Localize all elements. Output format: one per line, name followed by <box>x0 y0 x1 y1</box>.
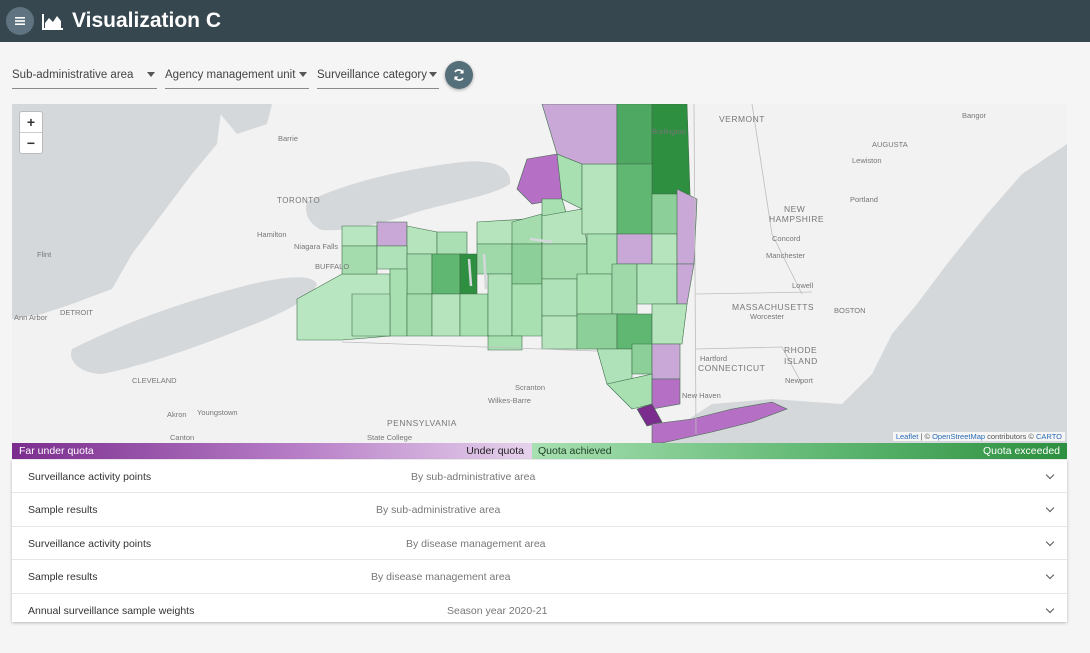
map-label: Hartford <box>700 354 727 363</box>
chevron-down-icon[interactable] <box>1045 570 1055 580</box>
chevron-down-icon[interactable] <box>1045 537 1055 547</box>
panel-title: Sample results <box>28 571 98 584</box>
legend-under-label: Under quota <box>466 445 524 457</box>
panel-title: Sample results <box>28 504 98 517</box>
select-label: Agency management unit <box>165 69 296 81</box>
map-label: VERMONT <box>719 114 765 124</box>
map-label: Scranton <box>515 383 545 392</box>
legend-over-gradient: Quota achieved Quota exceeded <box>532 443 1067 459</box>
refresh-icon <box>454 69 464 81</box>
map-label: Burlington <box>652 127 686 136</box>
map-label: Newport <box>785 376 814 385</box>
map-label: BUFFALO <box>315 262 349 271</box>
panel-subtitle: By disease management area <box>406 537 546 550</box>
map-label: Ann Arbor <box>14 313 48 322</box>
panel-subtitle: By sub-administrative area <box>376 504 501 517</box>
panel-title: Surveillance activity points <box>28 537 152 550</box>
map-label: TORONTO <box>277 196 320 205</box>
agency-management-unit-select[interactable]: Agency management unit <box>165 62 309 89</box>
map-label: BOSTON <box>834 306 866 315</box>
legend-under-gradient: Far under quota Under quota <box>12 443 532 459</box>
quota-legend: Far under quota Under quota Quota achiev… <box>12 443 1067 459</box>
legend-exceeded-label: Quota exceeded <box>982 445 1060 457</box>
panel-subtitle: By sub-administrative area <box>411 471 536 483</box>
attribution-text: contributors © <box>985 432 1037 441</box>
zoom-in-button[interactable]: + <box>20 112 42 132</box>
map-label: Portland <box>850 195 878 204</box>
app-bar: Visualization C <box>0 0 1090 42</box>
openstreetmap-link[interactable]: OpenStreetMap <box>932 432 985 441</box>
map-label: Hamilton <box>257 230 287 239</box>
map-label: RHODE <box>784 345 817 355</box>
legend-achieved-label: Quota achieved <box>538 445 612 457</box>
panel-subtitle: By disease management area <box>371 571 511 584</box>
map-label: NEW <box>784 204 805 214</box>
map-label: Youngstown <box>197 408 238 417</box>
panel-results-by-sub-admin[interactable]: Sample results By sub-administrative are… <box>12 493 1067 527</box>
expansion-panels: Surveillance activity points By sub-admi… <box>12 460 1067 622</box>
dropdown-arrow-icon <box>299 72 307 77</box>
map-label: Barrie <box>278 134 298 143</box>
map-label: Bangor <box>962 111 987 120</box>
map-label: ISLAND <box>784 356 818 366</box>
attribution-separator: | © <box>918 432 933 441</box>
panel-title: Annual surveillance sample weights <box>28 604 195 617</box>
select-label: Surveillance category <box>317 69 427 81</box>
zoom-control: + − <box>19 111 43 154</box>
map-label: CONNECTICUT <box>698 363 765 373</box>
map-label: Wilkes-Barre <box>488 396 531 405</box>
carto-link[interactable]: CARTO <box>1036 432 1062 441</box>
app-title: Visualization C <box>72 9 221 32</box>
area-chart-icon <box>42 12 64 30</box>
map[interactable]: VERMONT NEW HAMPSHIRE MASSACHUSETTS RHOD… <box>12 104 1067 443</box>
refresh-button[interactable] <box>445 61 473 89</box>
panel-results-by-disease-area[interactable]: Sample results By disease management are… <box>12 560 1067 594</box>
map-label: Worcester <box>750 312 785 321</box>
map-label: AUGUSTA <box>872 140 908 149</box>
map-label: New Haven <box>682 391 721 400</box>
map-canvas[interactable]: VERMONT NEW HAMPSHIRE MASSACHUSETTS RHOD… <box>12 104 1067 443</box>
map-label: HAMPSHIRE <box>769 214 824 224</box>
map-attribution: Leaflet | © OpenStreetMap contributors ©… <box>892 432 1065 441</box>
panel-title: Surveillance activity points <box>28 471 152 483</box>
map-label: Lowell <box>792 281 814 290</box>
map-label: Concord <box>772 234 800 243</box>
map-label: Manchester <box>766 251 806 260</box>
menu-icon <box>15 17 25 25</box>
panel-subtitle: Season year 2020-21 <box>447 604 548 617</box>
chevron-down-icon[interactable] <box>1045 504 1055 513</box>
dropdown-arrow-icon <box>429 72 437 77</box>
surveillance-category-select[interactable]: Surveillance category <box>317 62 439 89</box>
panel-sample-weights[interactable]: Annual surveillance sample weights Seaso… <box>12 594 1067 626</box>
map-label: State College <box>367 433 412 442</box>
legend-far-under-label: Far under quota <box>19 445 94 457</box>
sub-administrative-area-select[interactable]: Sub-administrative area <box>12 62 157 89</box>
dropdown-arrow-icon <box>147 72 155 77</box>
chevron-down-icon[interactable] <box>1045 604 1055 613</box>
map-label: CLEVELAND <box>132 376 177 385</box>
panel-activity-by-disease-area[interactable]: Surveillance activity points By disease … <box>12 527 1067 561</box>
chevron-down-icon[interactable] <box>1045 470 1055 480</box>
map-label: Flint <box>37 250 52 259</box>
map-label: MASSACHUSETTS <box>732 302 814 312</box>
filter-bar: Sub-administrative area Agency managemen… <box>12 62 447 89</box>
select-label: Sub-administrative area <box>12 69 134 81</box>
leaflet-link[interactable]: Leaflet <box>896 432 919 441</box>
map-label: DETROIT <box>60 308 93 317</box>
map-label: Canton <box>170 433 194 442</box>
map-label: Lewiston <box>852 156 882 165</box>
panel-activity-by-sub-admin[interactable]: Surveillance activity points By sub-admi… <box>12 460 1067 494</box>
map-label: PENNSYLVANIA <box>387 418 457 428</box>
map-label: Akron <box>167 410 187 419</box>
menu-button[interactable] <box>6 7 34 35</box>
zoom-out-button[interactable]: − <box>20 132 42 153</box>
map-label: Niagara Falls <box>294 242 338 251</box>
